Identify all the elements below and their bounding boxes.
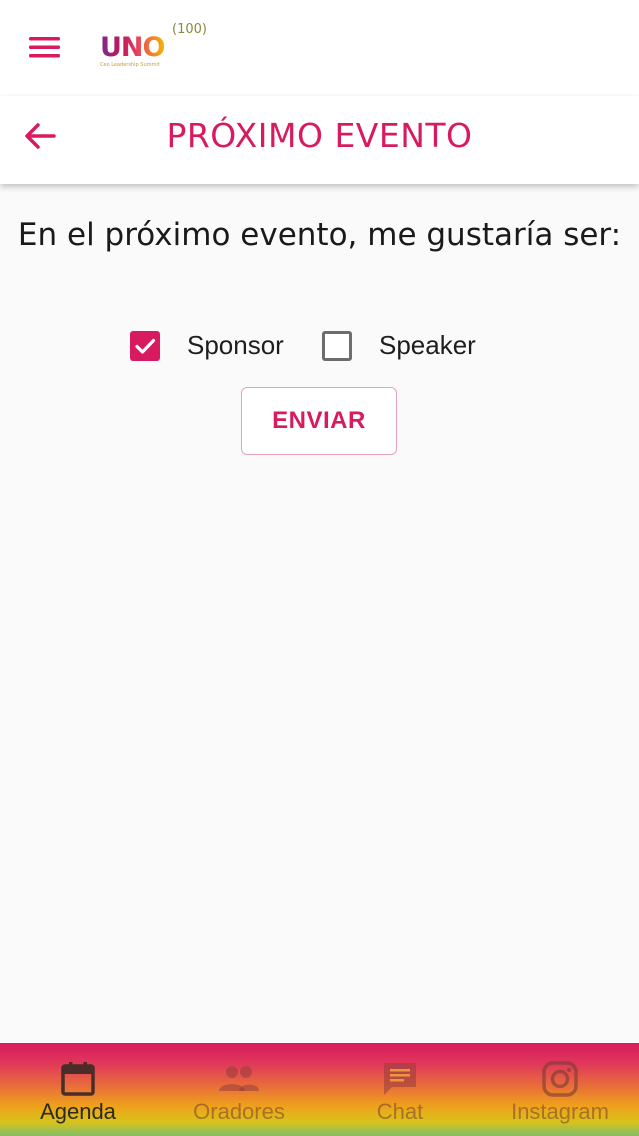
- app-screen: UNO (100) Ceo Leadership Summit PRÓXIMO …: [0, 0, 639, 1136]
- send-button[interactable]: ENVIAR: [241, 387, 397, 455]
- speaker-label: Speaker: [379, 330, 476, 360]
- role-options: Sponsor Speaker: [0, 326, 639, 366]
- nav-item-agenda[interactable]: Agenda: [0, 1043, 158, 1136]
- people-icon: [219, 1066, 259, 1091]
- top-app-bar: UNO (100) Ceo Leadership Summit: [0, 0, 639, 96]
- question-text: En el próximo evento, me gustaría ser:: [17, 217, 622, 253]
- nav-item-oradores[interactable]: Oradores: [159, 1043, 319, 1136]
- nav-label-agenda: Agenda: [40, 1099, 116, 1124]
- logo-superscript: (100): [172, 22, 207, 37]
- nav-label-oradores: Oradores: [193, 1099, 285, 1124]
- logo-tagline: Ceo Leadership Summit: [100, 62, 160, 68]
- nav-item-instagram[interactable]: Instagram: [480, 1043, 639, 1136]
- bottom-navigation: Agenda Oradores Chat Instagram: [0, 1043, 639, 1136]
- page-title: PRÓXIMO EVENTO: [166, 116, 473, 155]
- sponsor-label: Sponsor: [187, 330, 284, 360]
- instagram-icon: [542, 1061, 578, 1097]
- sponsor-checkbox[interactable]: [130, 331, 160, 361]
- nav-label-chat: Chat: [376, 1099, 424, 1124]
- nav-item-chat[interactable]: Chat: [320, 1043, 480, 1136]
- nav-label-instagram: Instagram: [511, 1099, 609, 1124]
- page-header: PRÓXIMO EVENTO: [0, 96, 639, 184]
- speaker-checkbox[interactable]: [322, 331, 352, 361]
- app-logo: UNO (100) Ceo Leadership Summit: [100, 22, 230, 72]
- logo-text: UNO: [100, 32, 165, 63]
- chat-icon: [384, 1063, 416, 1095]
- calendar-icon: [61, 1062, 95, 1096]
- checkmark-icon: [135, 338, 156, 354]
- menu-button[interactable]: [26, 30, 66, 64]
- hamburger-icon: [29, 37, 60, 58]
